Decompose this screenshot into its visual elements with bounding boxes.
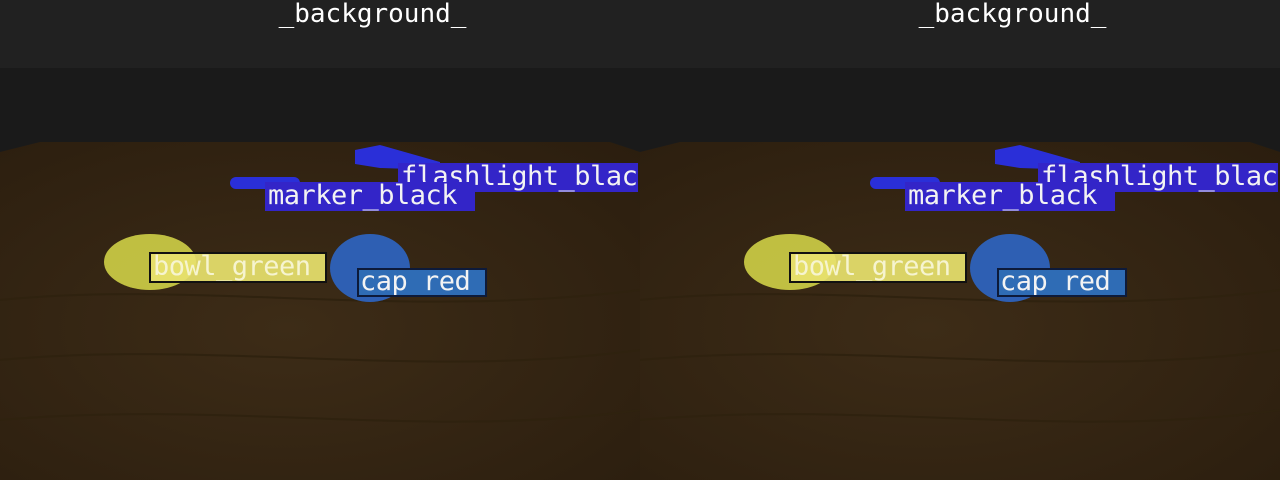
panel-title: _background_ [918,0,1107,29]
header-bar: _background_ [0,0,640,68]
label-cap: cap_red [997,268,1127,297]
label-bowl: bowl_green [149,252,327,283]
scene-render [0,142,640,480]
left-view-panel: _background_ flashlight_black marker_bla… [0,0,640,480]
right-view-panel: _background_ flashlight_black marker_bla… [640,0,1280,480]
panel-title: _background_ [278,0,467,29]
header-bar: _background_ [640,0,1280,68]
label-marker: marker_black [905,182,1115,211]
label-marker: marker_black [265,182,475,211]
label-bowl: bowl_green [789,252,967,283]
scene-render [640,142,1280,480]
label-cap: cap_red [357,268,487,297]
